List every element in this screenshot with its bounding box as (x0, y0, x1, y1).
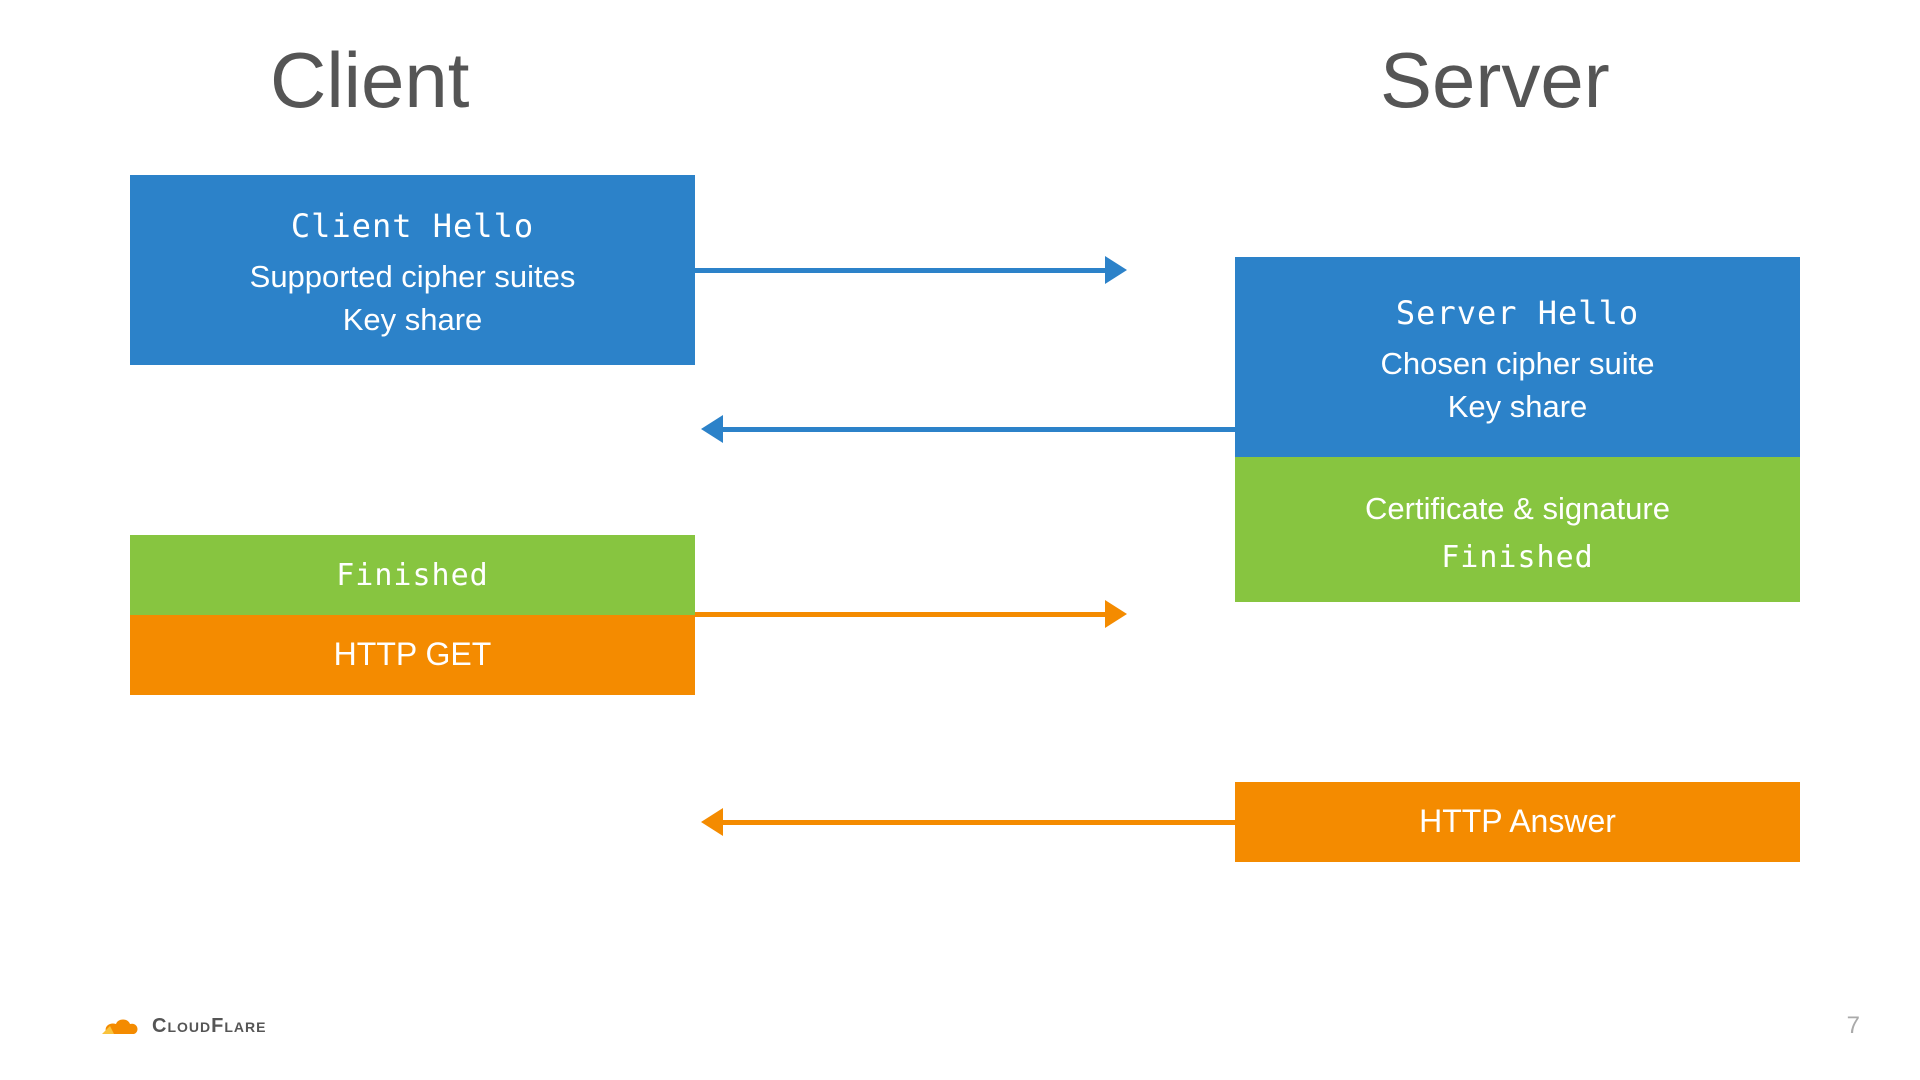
heading-server: Server (1380, 35, 1610, 126)
box-http-answer: HTTP Answer (1235, 782, 1800, 862)
client-hello-sub2: Key share (343, 302, 483, 337)
arrow-server-hello-head (701, 415, 723, 443)
client-finished-label: Finished (336, 558, 489, 593)
server-cert-line2: Finished (1441, 540, 1594, 575)
arrow-client-hello (695, 268, 1105, 273)
http-get-label: HTTP GET (334, 629, 492, 680)
arrow-http-answer (723, 820, 1235, 825)
arrow-http-get (695, 612, 1105, 617)
arrow-http-answer-head (701, 808, 723, 836)
logo-cloudflare: CloudFlare (100, 1012, 266, 1040)
server-hello-title: Server Hello (1396, 294, 1639, 332)
server-hello-sub1: Chosen cipher suite (1381, 346, 1655, 381)
box-client-finished: Finished (130, 535, 695, 615)
box-server-hello: Server Hello Chosen cipher suite Key sha… (1235, 257, 1800, 457)
arrow-client-hello-head (1105, 256, 1127, 284)
http-answer-label: HTTP Answer (1419, 796, 1616, 847)
server-hello-sub: Chosen cipher suite Key share (1381, 342, 1655, 429)
arrow-server-hello (723, 427, 1235, 432)
client-hello-sub: Supported cipher suites Key share (250, 255, 576, 342)
box-server-cert: Certificate & signature Finished (1235, 457, 1800, 602)
box-http-get: HTTP GET (130, 615, 695, 695)
cloudflare-icon (100, 1012, 144, 1040)
client-hello-title: Client Hello (291, 207, 534, 245)
client-hello-sub1: Supported cipher suites (250, 259, 576, 294)
logo-text: CloudFlare (152, 1015, 266, 1038)
arrow-http-get-head (1105, 600, 1127, 628)
page-number: 7 (1847, 1012, 1860, 1040)
heading-client: Client (270, 35, 469, 126)
server-hello-sub2: Key share (1448, 389, 1588, 424)
box-client-hello: Client Hello Supported cipher suites Key… (130, 175, 695, 365)
server-cert-line1: Certificate & signature (1365, 484, 1670, 534)
